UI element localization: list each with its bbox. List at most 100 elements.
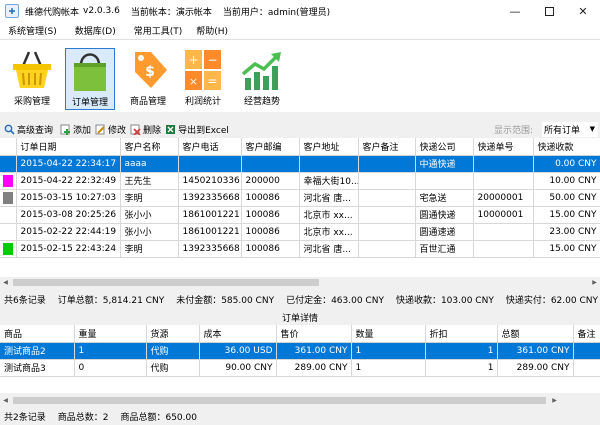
basket-icon xyxy=(13,51,51,88)
add-button[interactable]: 添加 xyxy=(60,123,91,136)
profit-statistics-button[interactable]: + − × = 利润统计 xyxy=(178,48,228,110)
cell: 1861001221 xyxy=(178,223,242,241)
scroll-left-icon[interactable]: ◀ xyxy=(0,277,11,288)
table-row[interactable]: 2015-02-15 22:43:24 李明 1392335668 100086… xyxy=(0,240,600,258)
add-icon xyxy=(60,124,71,135)
row-color-mark xyxy=(3,158,13,170)
display-range-select[interactable]: 所有订单 ▼ xyxy=(542,122,598,137)
cell: aaaa xyxy=(120,155,179,173)
column-header[interactable]: 售价 xyxy=(276,325,352,343)
svg-text:+: + xyxy=(188,53,198,67)
title-bar: ✚ 维德代购帐本 v2.0.3.6 当前帐本：演示帐本 当前用户：admin(管… xyxy=(0,0,600,22)
row-marker xyxy=(0,223,17,241)
column-header[interactable]: 客户地址 xyxy=(299,138,359,156)
delete-button[interactable]: 删除 xyxy=(130,123,161,136)
table-row[interactable]: 测试商品3 0 代购 90.00 CNY 289.00 CNY 1 1 289.… xyxy=(0,359,600,377)
cell: 1450210336 xyxy=(178,172,242,190)
cell: 北京市 xx... xyxy=(299,206,359,224)
row-color-mark xyxy=(2,242,13,255)
cell xyxy=(358,172,416,190)
column-header[interactable]: 快递公司 xyxy=(415,138,474,156)
maximize-button[interactable] xyxy=(532,0,566,22)
column-header[interactable]: 成本 xyxy=(199,325,277,343)
row-color-mark xyxy=(2,191,13,204)
cell: 90.00 CNY xyxy=(199,359,277,377)
scroll-right-icon[interactable]: ▶ xyxy=(549,395,560,406)
column-header[interactable]: 快递收款 xyxy=(533,138,600,156)
export-excel-label: 导出到Excel xyxy=(178,125,229,136)
column-header[interactable]: 订单日期 xyxy=(16,138,121,156)
edit-icon xyxy=(95,124,105,134)
cell xyxy=(473,240,534,258)
cell: 1392335668 xyxy=(178,240,242,258)
cell xyxy=(415,172,474,190)
calculator-icon: + − × = xyxy=(185,50,221,90)
cell xyxy=(358,155,416,173)
business-trend-button[interactable]: 经营趋势 xyxy=(237,48,287,110)
cell: 289.00 CNY xyxy=(497,359,574,377)
column-header[interactable]: 数量 xyxy=(351,325,426,343)
menu-database[interactable]: 数据库(D) xyxy=(69,24,122,37)
purchase-management-button[interactable]: 采购管理 xyxy=(7,48,57,110)
order-toolbar: 高级查询 添加 修改 删除 导出到Excel 显示范围: 所有订单 ▼ xyxy=(0,120,600,138)
row-color-mark xyxy=(3,209,13,221)
scroll-right-icon[interactable]: ▶ xyxy=(589,277,600,288)
product-management-button[interactable]: $ 商品管理 xyxy=(123,48,173,110)
express-actual: 快递实付：62.00 CNY xyxy=(505,296,598,306)
cell: 100086 xyxy=(241,240,300,258)
cell: 张小小 xyxy=(120,223,179,241)
detail-record-count: 共2条记录 xyxy=(4,413,46,423)
menu-help[interactable]: 帮助(H) xyxy=(190,24,234,37)
column-header[interactable]: 快递单号 xyxy=(473,138,534,156)
cell: 2015-02-22 22:44:19 xyxy=(16,223,121,241)
scroll-left-icon[interactable]: ◀ xyxy=(0,395,11,406)
scrollbar-thumb[interactable] xyxy=(13,279,319,286)
table-row[interactable]: 测试商品2 1 代购 36.00 USD 361.00 CNY 1 1 361.… xyxy=(0,342,600,360)
orders-horizontal-scrollbar[interactable]: ◀ ▶ xyxy=(0,277,600,288)
table-row[interactable]: 2015-04-22 22:32:49 王先生 1450210336 20000… xyxy=(0,172,600,190)
column-header[interactable]: 折扣 xyxy=(425,325,498,343)
column-header[interactable]: 总额 xyxy=(497,325,574,343)
table-row[interactable]: 2015-03-15 10:27:03 李明 1392335668 100086… xyxy=(0,189,600,207)
cell: 100086 xyxy=(241,223,300,241)
menu-tools[interactable]: 常用工具(T) xyxy=(128,24,189,37)
column-header[interactable]: 客户电话 xyxy=(178,138,242,156)
column-header[interactable]: 客户邮编 xyxy=(241,138,300,156)
menu-system[interactable]: 系统管理(S) xyxy=(2,24,63,37)
close-button[interactable]: ✕ xyxy=(566,0,600,22)
cell xyxy=(473,172,534,190)
table-row[interactable]: 2015-03-08 20:25:26 张小小 1861001221 10008… xyxy=(0,206,600,224)
cell: 289.00 CNY xyxy=(276,359,352,377)
advanced-search-button[interactable]: 高级查询 xyxy=(4,123,53,136)
main-toolbar: 采购管理 订单管理 $ 商品管理 + − × = 利润统计 经营趋势 xyxy=(0,40,600,112)
detail-horizontal-scrollbar[interactable]: ◀ ▶ xyxy=(0,395,560,406)
minimize-button[interactable]: — xyxy=(498,0,532,22)
cell: 李明 xyxy=(120,189,179,207)
cell: 2015-03-15 10:27:03 xyxy=(16,189,121,207)
cell xyxy=(473,155,534,173)
column-header[interactable]: 重量 xyxy=(74,325,147,343)
order-management-button[interactable]: 订单管理 xyxy=(65,48,115,110)
row-marker xyxy=(0,240,17,258)
row-marker xyxy=(0,206,17,224)
scrollbar-thumb[interactable] xyxy=(13,397,546,404)
purchase-management-label: 采购管理 xyxy=(13,97,50,107)
table-row[interactable]: 2015-02-22 22:44:19 张小小 1861001221 10008… xyxy=(0,223,600,241)
column-header[interactable]: 客户备注 xyxy=(358,138,416,156)
cell: 100086 xyxy=(241,206,300,224)
product-management-label: 商品管理 xyxy=(129,97,166,107)
display-range-label: 显示范围: xyxy=(494,126,534,136)
column-header[interactable]: 商品 xyxy=(0,325,75,343)
edit-button[interactable]: 修改 xyxy=(95,123,126,136)
export-excel-button[interactable]: 导出到Excel xyxy=(165,123,229,136)
column-header[interactable]: 货源 xyxy=(146,325,200,343)
column-header[interactable]: 客户名称 xyxy=(120,138,179,156)
cell: 王先生 xyxy=(120,172,179,190)
column-header[interactable]: 备注 xyxy=(573,325,600,343)
order-management-label: 订单管理 xyxy=(71,98,108,108)
table-row[interactable]: 2015-04-22 22:34:17 aaaa 中通快递 0.00 CNY xyxy=(0,155,600,173)
chevron-down-icon: ▼ xyxy=(589,125,595,133)
cell: 20000001 xyxy=(473,189,534,207)
cell xyxy=(573,359,600,377)
cell xyxy=(358,223,416,241)
